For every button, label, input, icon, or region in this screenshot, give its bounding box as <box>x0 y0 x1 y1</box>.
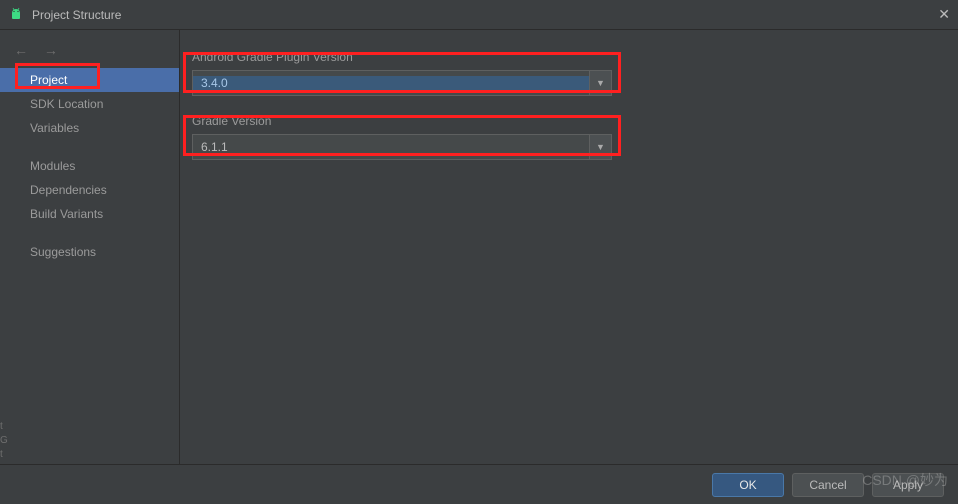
sidebar-item-label: Modules <box>30 159 75 173</box>
nav-arrows: ← → <box>0 36 179 68</box>
agp-version-label: Android Gradle Plugin Version <box>192 50 934 64</box>
sidebar-item-label: Build Variants <box>30 207 103 221</box>
bottom-bar: OK Cancel Apply <box>0 464 958 504</box>
dropdown-arrow-icon[interactable]: ▼ <box>589 135 611 159</box>
agp-version-field: ▼ <box>188 70 934 96</box>
android-icon <box>8 7 24 23</box>
gradle-version-field: ▼ <box>188 134 934 160</box>
sidebar-item-project[interactable]: Project <box>0 68 179 92</box>
sidebar-item-label: SDK Location <box>30 97 103 111</box>
ok-button[interactable]: OK <box>712 473 784 497</box>
sidebar: ← → Project SDK Location Variables Modul… <box>0 30 180 464</box>
window-title: Project Structure <box>32 8 121 22</box>
agp-version-input[interactable] <box>193 76 589 90</box>
titlebar: Project Structure ✕ <box>0 0 958 30</box>
sidebar-item-label: Dependencies <box>30 183 107 197</box>
main-area: ← → Project SDK Location Variables Modul… <box>0 30 958 464</box>
cancel-button[interactable]: Cancel <box>792 473 864 497</box>
close-icon[interactable]: ✕ <box>938 6 950 23</box>
sidebar-item-label: Suggestions <box>30 245 96 259</box>
sidebar-item-build-variants[interactable]: Build Variants <box>0 202 179 226</box>
sidebar-item-label: Project <box>30 73 67 87</box>
dropdown-arrow-icon[interactable]: ▼ <box>589 71 611 95</box>
sidebar-item-dependencies[interactable]: Dependencies <box>0 178 179 202</box>
back-arrow-icon[interactable]: ← <box>14 42 28 58</box>
forward-arrow-icon[interactable]: → <box>44 42 58 58</box>
sidebar-item-sdk-location[interactable]: SDK Location <box>0 92 179 116</box>
gradle-version-label: Gradle Version <box>192 114 934 128</box>
sidebar-item-label: Variables <box>30 121 79 135</box>
gradle-version-input[interactable] <box>193 140 589 154</box>
apply-button[interactable]: Apply <box>872 473 944 497</box>
sidebar-item-modules[interactable]: Modules <box>0 154 179 178</box>
sidebar-item-suggestions[interactable]: Suggestions <box>0 240 179 264</box>
content-panel: Android Gradle Plugin Version ▼ Gradle V… <box>180 30 958 464</box>
editor-gutter: tGt <box>0 420 8 462</box>
sidebar-item-variables[interactable]: Variables <box>0 116 179 140</box>
